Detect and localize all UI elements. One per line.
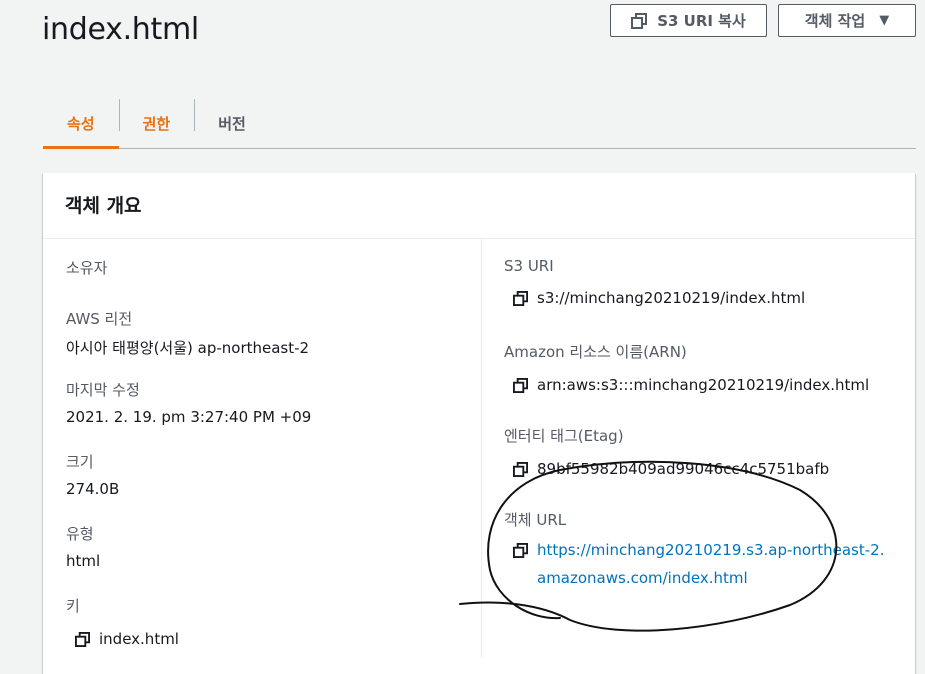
owner-label: 소유자 xyxy=(66,259,108,277)
s3-uri-value-row: s3://minchang20210219/index.html xyxy=(513,289,805,307)
panel-header: 객체 개요 xyxy=(43,173,915,239)
arn-value: arn:aws:s3:::minchang20210219/index.html xyxy=(537,376,870,394)
object-overview-panel: 객체 개요 소유자 AWS 리전 아시아 태평양(서울) ap-northeas… xyxy=(43,173,915,674)
arn-field: Amazon 리소스 이름(ARN) arn:aws:s3:::minchang… xyxy=(504,341,869,394)
type-label: 유형 xyxy=(66,525,94,543)
region-value: 아시아 태평양(서울) ap-northeast-2 xyxy=(66,339,310,357)
key-value: index.html xyxy=(99,630,179,648)
caret-down-icon: ▼ xyxy=(879,13,890,28)
copy-icon[interactable] xyxy=(513,462,528,477)
last-modified-field: 마지막 수정 2021. 2. 19. pm 3:27:40 PM +09 xyxy=(66,379,311,426)
key-label: 키 xyxy=(66,597,80,615)
object-url-field: 객체 URL https://minchang20210219.s3.ap-no… xyxy=(504,509,904,592)
s3-uri-value: s3://minchang20210219/index.html xyxy=(537,289,806,307)
key-field: 키 index.html xyxy=(66,595,179,648)
overview-right-column: S3 URI s3://minchang20210219/index.html … xyxy=(481,239,915,657)
copy-icon xyxy=(631,12,648,29)
tab-permissions-label: 권한 xyxy=(142,114,171,133)
tab-versions[interactable]: 버전 xyxy=(194,99,270,147)
size-label: 크기 xyxy=(66,453,94,471)
page-title: index.html xyxy=(42,12,199,47)
tab-versions-label: 버전 xyxy=(218,114,246,133)
copy-icon[interactable] xyxy=(75,632,90,647)
s3-uri-label: S3 URI xyxy=(504,257,554,275)
copy-s3-uri-button[interactable]: S3 URI 복사 xyxy=(610,4,767,37)
owner-field: 소유자 xyxy=(66,257,107,278)
last-modified-label: 마지막 수정 xyxy=(66,381,140,399)
copy-icon[interactable] xyxy=(513,378,528,393)
arn-value-row: arn:aws:s3:::minchang20210219/index.html xyxy=(513,376,869,394)
etag-label: 엔터티 태그(Etag) xyxy=(504,427,624,445)
panel-title: 객체 개요 xyxy=(65,195,142,217)
object-url-value-row: https://minchang20210219.s3.ap-northeast… xyxy=(513,536,904,592)
region-label: AWS 리전 xyxy=(66,310,133,328)
tab-properties-label: 속성 xyxy=(67,114,95,133)
type-value: html xyxy=(66,552,101,570)
object-url-label: 객체 URL xyxy=(504,511,567,529)
object-actions-label: 객체 작업 xyxy=(804,12,866,30)
object-actions-button[interactable]: 객체 작업 ▼ xyxy=(778,4,916,37)
tab-properties[interactable]: 속성 xyxy=(43,99,119,149)
tab-permissions[interactable]: 권한 xyxy=(118,99,195,147)
size-field: 크기 274.0B xyxy=(66,451,119,498)
region-field: AWS 리전 아시아 태평양(서울) ap-northeast-2 xyxy=(66,308,309,358)
type-field: 유형 html xyxy=(66,523,100,570)
etag-value: 89bf55982b409ad99046cc4c5751bafb xyxy=(537,460,830,478)
size-value: 274.0B xyxy=(66,480,120,498)
etag-field: 엔터티 태그(Etag) 89bf55982b409ad99046cc4c575… xyxy=(504,425,829,478)
copy-icon[interactable] xyxy=(513,291,528,306)
etag-value-row: 89bf55982b409ad99046cc4c5751bafb xyxy=(513,460,829,478)
object-url-link[interactable]: https://minchang20210219.s3.ap-northeast… xyxy=(504,536,887,592)
key-value-row: index.html xyxy=(75,630,179,648)
tab-bar: 속성 권한 버전 xyxy=(43,99,916,149)
copy-s3-uri-label: S3 URI 복사 xyxy=(657,12,746,30)
last-modified-value: 2021. 2. 19. pm 3:27:40 PM +09 xyxy=(66,408,312,426)
arn-label: Amazon 리소스 이름(ARN) xyxy=(504,343,687,361)
s3-uri-field: S3 URI s3://minchang20210219/index.html xyxy=(504,257,805,307)
